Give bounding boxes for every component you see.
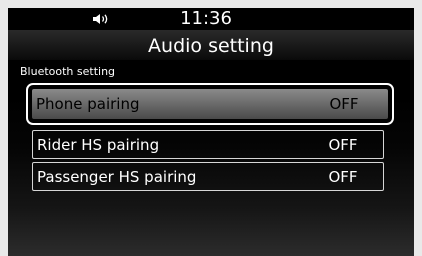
row-label: Passenger HS pairing	[37, 168, 197, 186]
status-bar: 11:36	[8, 8, 414, 31]
passenger-hs-pairing-row[interactable]: Passenger HS pairing OFF	[32, 162, 384, 191]
row-label: Phone pairing	[36, 95, 140, 113]
row-value: OFF	[329, 95, 359, 113]
rider-hs-pairing-row[interactable]: Rider HS pairing OFF	[32, 130, 384, 159]
phone-pairing-highlight: Phone pairing OFF	[32, 89, 388, 119]
row-value: OFF	[328, 136, 358, 154]
audio-setting-screen: 11:36 Audio setting Bluetooth setting Ph…	[8, 8, 414, 256]
row-label: Rider HS pairing	[37, 136, 160, 154]
speaker-volume-icon	[93, 14, 108, 24]
page-title: Audio setting	[148, 35, 274, 57]
section-label-bluetooth: Bluetooth setting	[20, 65, 116, 78]
row-value: OFF	[328, 168, 358, 186]
clock: 11:36	[180, 8, 232, 29]
phone-pairing-row[interactable]: Phone pairing OFF	[26, 83, 394, 125]
